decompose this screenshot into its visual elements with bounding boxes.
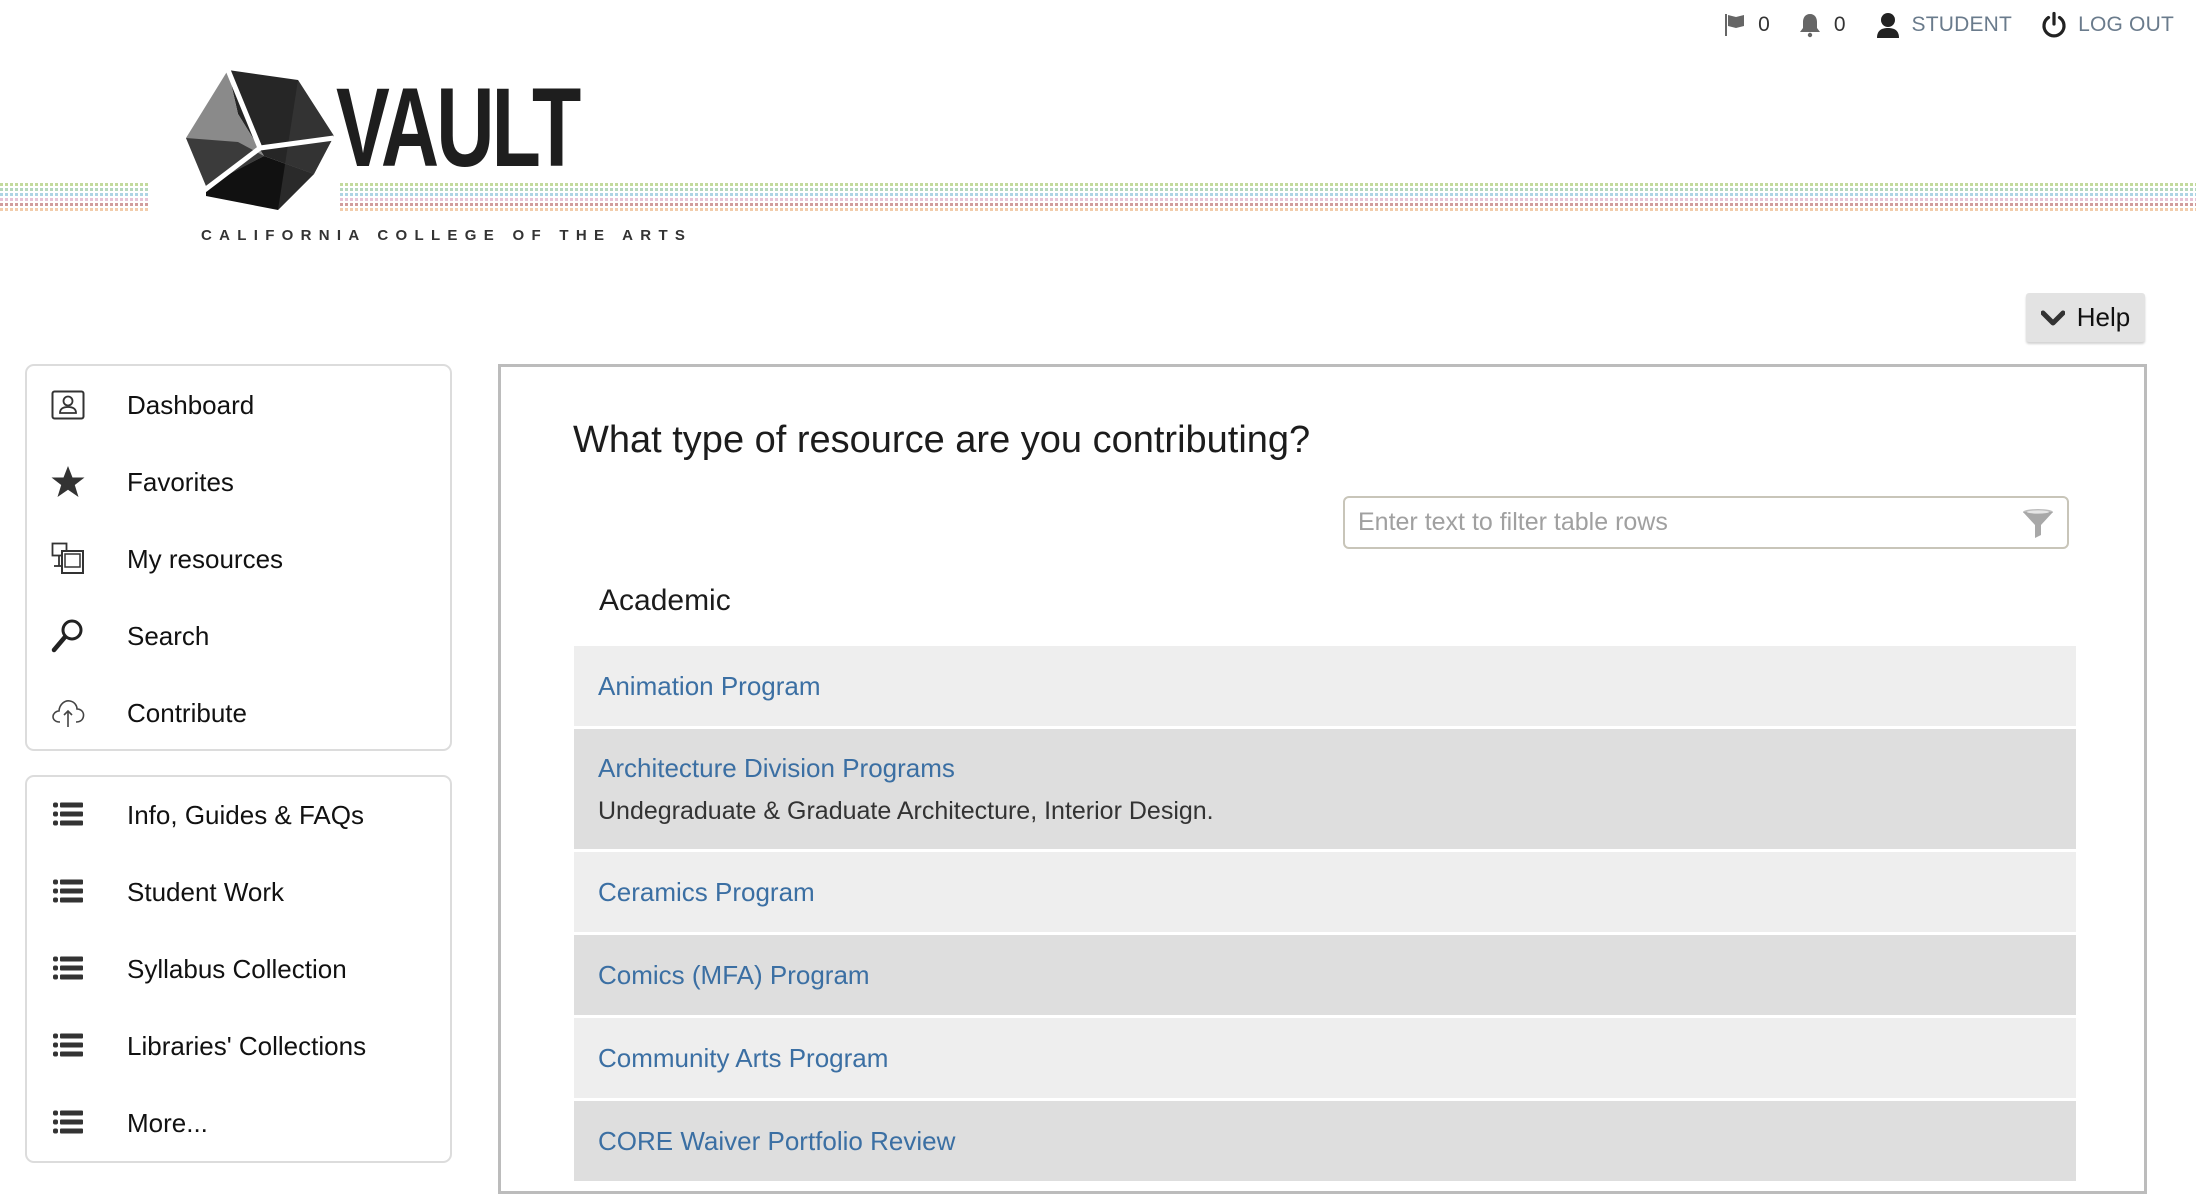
list-icon bbox=[48, 797, 88, 833]
resource-type-description: Undegraduate & Graduate Architecture, In… bbox=[598, 796, 1214, 825]
sidebar-item-search[interactable]: Search bbox=[27, 606, 450, 666]
resource-type-row[interactable]: Comics (MFA) Program bbox=[574, 935, 2076, 1015]
section-heading-academic: Academic bbox=[599, 584, 731, 617]
sidebar-item-syllabus-collection[interactable]: Syllabus Collection bbox=[27, 939, 450, 999]
sidebar-item-label: Student Work bbox=[127, 876, 285, 907]
filter-input[interactable] bbox=[1345, 498, 2018, 547]
dashboard-icon bbox=[48, 387, 88, 423]
list-icon bbox=[48, 1028, 88, 1064]
sidebar-item-favorites[interactable]: Favorites bbox=[27, 452, 450, 512]
logo-cube-icon bbox=[186, 69, 335, 210]
logo-tagline: CALIFORNIA COLLEGE OF THE ARTS bbox=[201, 227, 693, 244]
help-label: Help bbox=[2076, 302, 2131, 332]
sidebar-item-dashboard[interactable]: Dashboard bbox=[27, 375, 450, 435]
sidebar-item-label: Syllabus Collection bbox=[127, 953, 347, 984]
resource-type-link[interactable]: Community Arts Program bbox=[598, 1043, 2052, 1074]
sidebar-main-menu: Dashboard Favorites My resources Search … bbox=[25, 364, 452, 751]
sidebar-item-label: Favorites bbox=[127, 466, 234, 497]
resource-type-row[interactable]: Community Arts Program bbox=[574, 1018, 2076, 1098]
resource-type-row[interactable]: CORE Waiver Portfolio Review bbox=[574, 1101, 2076, 1181]
sidebar-collections-menu: Info, Guides & FAQs Student Work Syllabu… bbox=[25, 775, 452, 1163]
search-icon bbox=[48, 618, 88, 654]
page-title: What type of resource are you contributi… bbox=[573, 419, 1311, 461]
list-icon bbox=[48, 1105, 88, 1141]
resource-type-link[interactable]: Ceramics Program bbox=[598, 877, 2052, 908]
list-icon bbox=[48, 874, 88, 910]
sidebar-item-student-work[interactable]: Student Work bbox=[27, 862, 450, 922]
sidebar-item-label: Dashboard bbox=[127, 389, 255, 420]
filter-funnel-icon[interactable] bbox=[2021, 508, 2055, 545]
sidebar-item-info-guides-faqs[interactable]: Info, Guides & FAQs bbox=[27, 785, 450, 845]
resource-type-link[interactable]: Animation Program bbox=[598, 671, 2052, 702]
resource-type-row[interactable]: Architecture Division Programs Undegradua… bbox=[574, 729, 2076, 849]
resource-type-row[interactable]: Animation Program bbox=[574, 646, 2076, 726]
contribute-panel: What type of resource are you contributi… bbox=[498, 364, 2147, 1194]
sidebar-item-more[interactable]: More... bbox=[27, 1093, 450, 1153]
sidebar-item-my-resources[interactable]: My resources bbox=[27, 529, 450, 589]
star-icon bbox=[48, 464, 88, 500]
resource-type-link[interactable]: Architecture Division Programs bbox=[598, 753, 2052, 784]
cloud-upload-icon bbox=[48, 695, 88, 731]
sidebar-item-contribute[interactable]: Contribute bbox=[27, 683, 450, 743]
sidebar-item-label: Search bbox=[127, 620, 210, 651]
sidebar-item-label: Contribute bbox=[127, 697, 247, 728]
sidebar-item-label: Libraries' Collections bbox=[127, 1030, 367, 1061]
sidebar-item-label: Info, Guides & FAQs bbox=[127, 799, 364, 830]
list-icon bbox=[48, 951, 88, 987]
help-button[interactable]: Help bbox=[2026, 293, 2145, 342]
resource-type-row[interactable]: Ceramics Program bbox=[574, 852, 2076, 932]
resource-type-link[interactable]: CORE Waiver Portfolio Review bbox=[598, 1126, 2052, 1157]
resource-type-list: Animation Program Architecture Division P… bbox=[574, 646, 2076, 1184]
sidebar-item-label: More... bbox=[127, 1107, 208, 1138]
logo-wordmark: VAULT bbox=[336, 65, 581, 190]
my-resources-icon bbox=[48, 541, 88, 577]
sidebar-item-libraries-collections[interactable]: Libraries' Collections bbox=[27, 1016, 450, 1076]
resource-type-link[interactable]: Comics (MFA) Program bbox=[598, 960, 2052, 991]
chevron-down-icon bbox=[2040, 310, 2065, 325]
sidebar-item-label: My resources bbox=[127, 543, 284, 574]
filter-box bbox=[1343, 496, 2069, 549]
site-banner: VAULT CALIFORNIA COLLEGE OF THE ARTS bbox=[0, 0, 2196, 260]
